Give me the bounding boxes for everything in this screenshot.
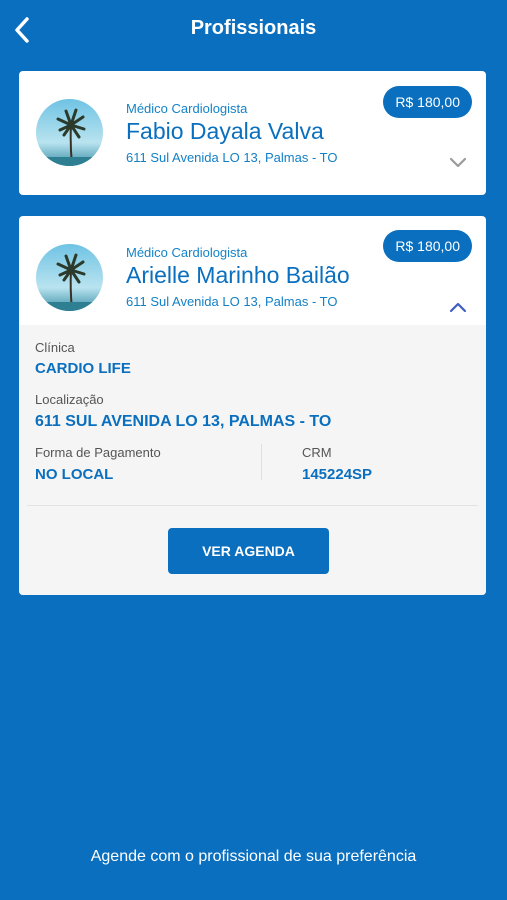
- specialty: Médico Cardiologista: [126, 245, 248, 260]
- price-badge: R$ 180,00: [383, 86, 472, 118]
- avatar: [36, 244, 103, 311]
- column-divider: [261, 444, 262, 480]
- collapse-button[interactable]: [448, 301, 468, 315]
- location-value: 611 SUL AVENIDA LO 13, PALMAS - TO: [35, 413, 332, 430]
- payment-value: NO LOCAL: [35, 466, 114, 483]
- specialty: Médico Cardiologista: [126, 101, 248, 116]
- professional-name: Arielle Marinho Bailão: [126, 262, 350, 288]
- professional-card[interactable]: Médico Cardiologista Fabio Dayala Valva …: [19, 71, 486, 195]
- chevron-up-icon: [449, 302, 467, 313]
- clinic-label: Clínica: [35, 340, 75, 355]
- crm-label: CRM: [302, 445, 332, 460]
- crm-value: 145224SP: [302, 466, 373, 483]
- professional-card[interactable]: Médico Cardiologista Arielle Marinho Bai…: [19, 216, 486, 595]
- clinic-value: CARDIO LIFE: [35, 360, 131, 377]
- address: 611 Sul Avenida LO 13, Palmas - TO: [126, 150, 338, 165]
- location-label: Localização: [35, 392, 104, 407]
- avatar: [36, 99, 103, 166]
- ver-agenda-button[interactable]: VER AGENDA: [168, 528, 329, 574]
- footer-message: Agende com o profissional de sua preferê…: [90, 848, 417, 865]
- details-panel: Clínica CARDIO LIFE Localização 611 SUL …: [19, 325, 486, 595]
- professional-name: Fabio Dayala Valva: [126, 118, 324, 144]
- divider: [27, 505, 478, 506]
- address: 611 Sul Avenida LO 13, Palmas - TO: [126, 294, 338, 309]
- app-header: Profissionais: [0, 0, 507, 60]
- page-title: Profissionais: [190, 17, 317, 39]
- expand-button[interactable]: [448, 155, 468, 169]
- chevron-down-icon: [449, 157, 467, 168]
- price-badge: R$ 180,00: [383, 230, 472, 262]
- payment-label: Forma de Pagamento: [35, 445, 161, 460]
